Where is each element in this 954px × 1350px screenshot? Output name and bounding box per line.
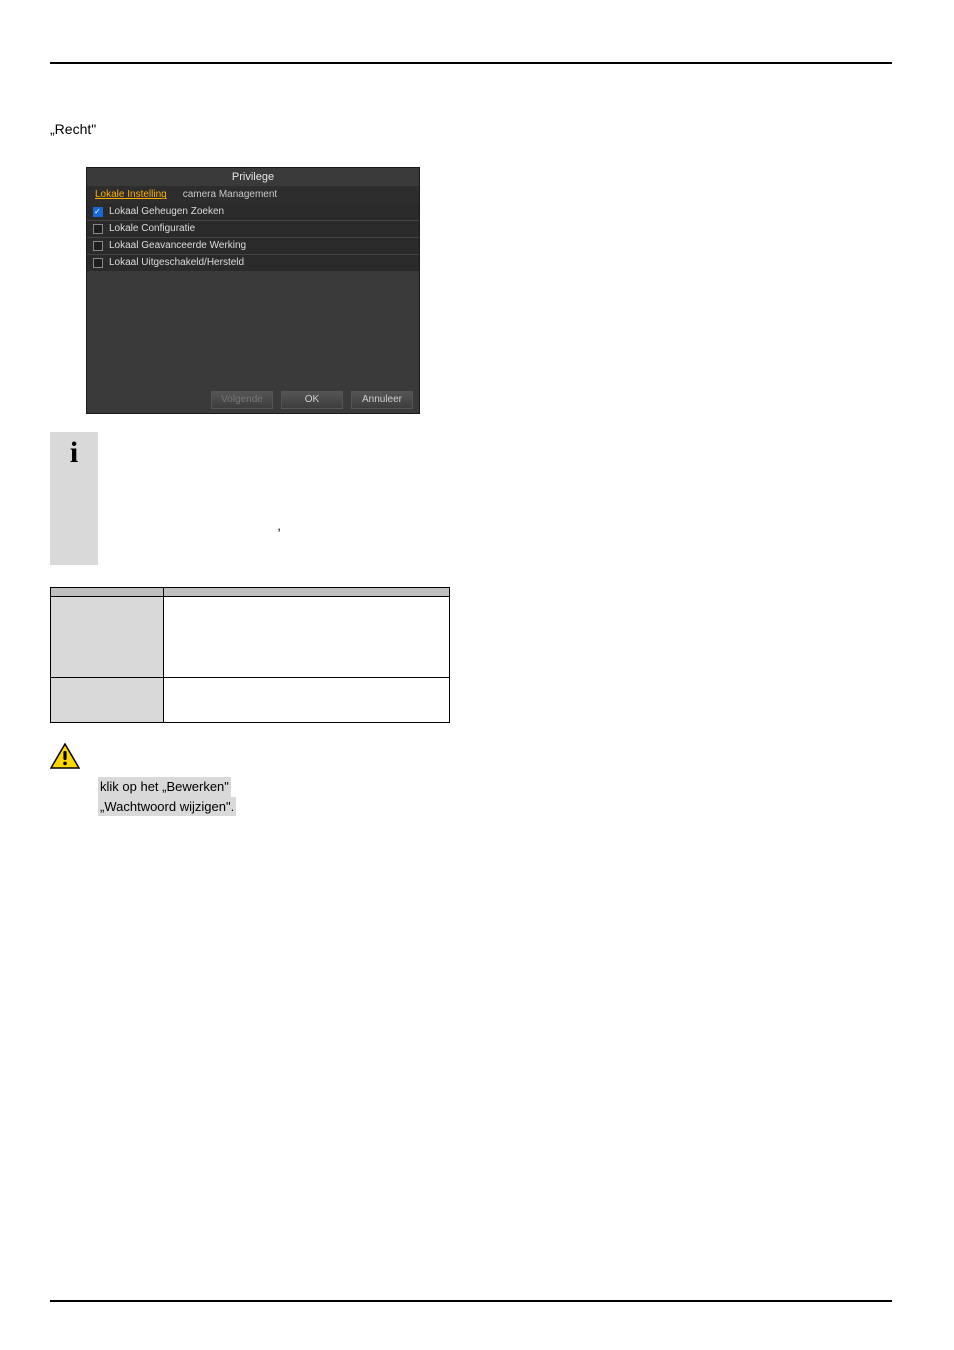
dialog-buttons: Volgende OK Annuleer bbox=[87, 387, 419, 413]
privilege-dialog: Privilege Lokale Instelling camera Manag… bbox=[86, 167, 420, 414]
warning-text: klik op het „Bewerken" „Wachtwoord wijzi… bbox=[98, 741, 460, 816]
perm-row[interactable]: Lokaal Geheugen Zoeken bbox=[87, 204, 419, 221]
info-text: , bbox=[98, 432, 460, 565]
tab-local-settings[interactable]: Lokale Instelling bbox=[87, 186, 175, 204]
th-2 bbox=[164, 588, 450, 597]
td-r2c2 bbox=[164, 678, 450, 723]
dialog-tabs: Lokale Instelling camera Management bbox=[87, 186, 419, 204]
perm-row[interactable]: Lokale Configuratie bbox=[87, 221, 419, 238]
info-icon: i bbox=[70, 438, 78, 468]
td-r1c1 bbox=[51, 597, 164, 678]
perm-label: Lokale Configuratie bbox=[109, 223, 195, 235]
bottom-rule bbox=[50, 1300, 892, 1302]
perm-row[interactable]: Lokaal Uitgeschakeld/Hersteld bbox=[87, 255, 419, 271]
th-1 bbox=[51, 588, 164, 597]
tab-camera-management[interactable]: camera Management bbox=[175, 186, 286, 204]
checkbox-icon[interactable] bbox=[93, 224, 103, 234]
parameter-table bbox=[50, 587, 450, 723]
cancel-button[interactable]: Annuleer bbox=[351, 391, 413, 409]
warning-icon bbox=[50, 743, 80, 769]
warning-box: klik op het „Bewerken" „Wachtwoord wijzi… bbox=[50, 741, 460, 816]
warn-line-2: „Wachtwoord wijzigen". bbox=[98, 797, 236, 817]
warning-icon-col bbox=[50, 741, 98, 816]
perm-row[interactable]: Lokaal Geavanceerde Werking bbox=[87, 238, 419, 255]
prev-button[interactable]: Volgende bbox=[211, 391, 273, 409]
ok-button[interactable]: OK bbox=[281, 391, 343, 409]
permission-list: Lokaal Geheugen Zoeken Lokale Configurat… bbox=[87, 204, 419, 271]
perm-label: Lokaal Geheugen Zoeken bbox=[109, 206, 224, 218]
warn-line-1: klik op het „Bewerken" bbox=[98, 777, 231, 797]
perm-label: Lokaal Geavanceerde Werking bbox=[109, 240, 246, 252]
perm-label: Lokaal Uitgeschakeld/Hersteld bbox=[109, 257, 244, 269]
intro-suffix: " bbox=[91, 121, 96, 137]
dialog-spacer bbox=[87, 271, 419, 387]
info-box: i , bbox=[50, 432, 460, 565]
td-r1c2 bbox=[164, 597, 450, 678]
td-r2c1 bbox=[51, 678, 164, 723]
checkbox-icon[interactable] bbox=[93, 241, 103, 251]
top-rule bbox=[50, 62, 892, 64]
info-icon-col: i bbox=[50, 432, 98, 565]
intro-link: Recht bbox=[55, 121, 92, 137]
intro-line: „Recht" bbox=[50, 119, 892, 139]
checkbox-icon[interactable] bbox=[93, 258, 103, 268]
dialog-title: Privilege bbox=[87, 168, 419, 186]
checkbox-icon[interactable] bbox=[93, 207, 103, 217]
info-comma: , bbox=[108, 516, 450, 536]
